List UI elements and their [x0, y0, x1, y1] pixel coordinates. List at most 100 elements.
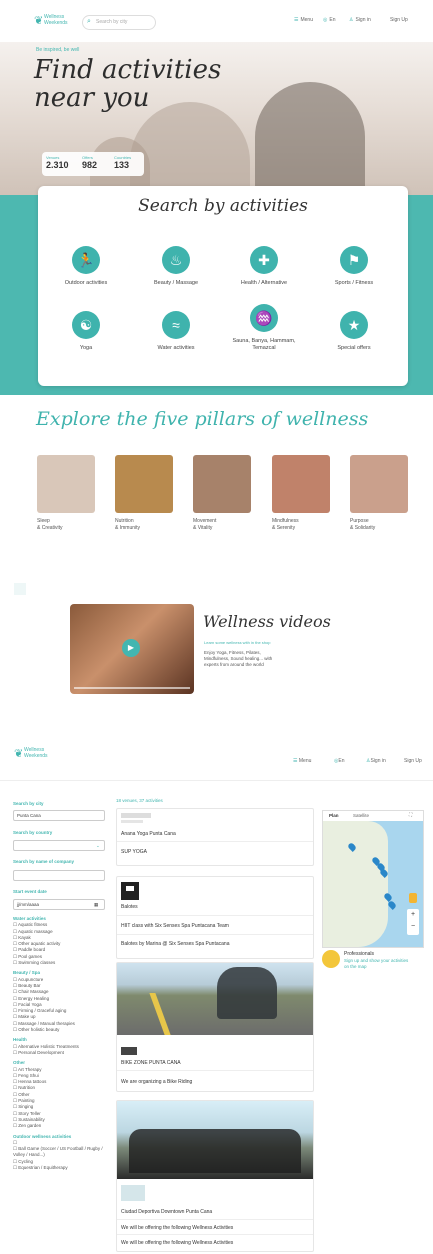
filter-checkbox-label: Equestrian / Equitherapy: [18, 1164, 68, 1170]
pillar-sleep[interactable]: Sleep & Creativity: [37, 455, 95, 531]
filter-checkbox-label: Energy Healing: [18, 995, 50, 1001]
hero-title: Find activities near you: [34, 55, 222, 113]
activity-special-offers[interactable]: ★ Special offers: [314, 311, 394, 352]
zoom-controls[interactable]: + −: [407, 909, 419, 935]
fullscreen-icon[interactable]: ⛶: [409, 812, 412, 817]
company-filter-input[interactable]: [13, 870, 105, 881]
filter-checkbox-label: Aquatic massage: [18, 928, 53, 934]
pillar-nutrition[interactable]: Nutrition & Immunity: [115, 455, 173, 531]
filter-checkbox[interactable]: ☐ Other holistic beauty: [13, 1027, 109, 1033]
filter-checkbox[interactable]: ☐ Ball Game (Soccer / US Football / Rugb…: [13, 1146, 109, 1159]
map-land: [323, 821, 388, 947]
activity-health[interactable]: ✚ Health / Alternative: [224, 246, 304, 287]
listing-name[interactable]: BIKE ZONE PUNTA CANA: [121, 1060, 181, 1066]
logo-leaf-icon: ❦: [34, 15, 44, 27]
activity-yoga[interactable]: ☯ Yoga: [46, 311, 126, 352]
filter-checkbox-label: Massage / Manual therapies: [18, 1020, 75, 1026]
signin-button[interactable]: ♙Sign in: [349, 17, 371, 23]
map-widget[interactable]: Plan Satellite ⛶ + −: [322, 810, 424, 948]
activity-outdoor[interactable]: 🏃 Outdoor activities: [46, 246, 126, 287]
filter-checkbox-label: Ball Game (Soccer / US Football / Rugby …: [13, 1146, 103, 1158]
stats-box: Venues 2.310 Offers 982 Countries 133: [42, 152, 144, 176]
pillar-purpose[interactable]: Purpose & Solidarity: [350, 455, 408, 531]
pillar-image: [193, 455, 251, 513]
city-filter-label: Search by city: [13, 801, 44, 806]
signup-button[interactable]: Sign Up: [404, 758, 422, 764]
listing-activity[interactable]: We will be offering the following Wellne…: [121, 1240, 233, 1246]
map-plan-tab[interactable]: Plan: [329, 813, 339, 818]
filter-checkbox-label: Firming / Graceful aging: [18, 1008, 67, 1014]
language-selector[interactable]: ◎En: [323, 17, 336, 23]
pillar-image: [37, 455, 95, 513]
divider: [117, 841, 313, 842]
filter-checkbox-label: Swimming classes: [18, 960, 56, 966]
site-logo[interactable]: ❦ Wellness Weekends: [14, 745, 56, 765]
listing-card[interactable]: Anana Yoga Punta Cana SUP YOGA: [116, 808, 314, 866]
filter-checkbox[interactable]: ☐ Personal Development: [13, 1050, 109, 1056]
listing-activity[interactable]: HIIT class with Six Senses Spa Puntacana…: [121, 923, 229, 929]
listing-activity[interactable]: SUP YOGA: [121, 849, 147, 855]
listing-photo: [117, 1101, 313, 1179]
search-icon: ⌕: [87, 18, 91, 25]
activity-sauna[interactable]: ♒ Sauna, Banya, Hammam, Temazcal: [224, 304, 304, 352]
listing-name[interactable]: Anana Yoga Punta Cana: [121, 831, 176, 837]
city-search-input[interactable]: ⌕ Search by city: [82, 15, 156, 30]
activity-water[interactable]: ≈ Water activities: [136, 311, 216, 352]
video-progress[interactable]: [74, 687, 190, 689]
checkbox-icon[interactable]: ☐: [13, 1140, 17, 1145]
menu-button[interactable]: ☰ Menu: [294, 17, 313, 23]
pegman-icon[interactable]: [409, 893, 417, 903]
play-icon[interactable]: ▶: [122, 639, 140, 657]
videos-subtitle[interactable]: Learn some wellness with in the shop: [204, 640, 270, 645]
listing-card[interactable]: Balotes HIIT class with Six Senses Spa P…: [116, 876, 314, 959]
pillar-movement[interactable]: Movement & Vitality: [193, 455, 251, 531]
country-filter-label: Search by country: [13, 830, 53, 835]
filter-checkbox-label: Personal Development: [18, 1049, 64, 1055]
results-count: 18 venues, 37 activities: [116, 798, 163, 803]
date-filter-input[interactable]: jj/mm/aaaa ▦: [13, 899, 105, 910]
map-satellite-tab[interactable]: Satellite: [353, 813, 369, 818]
filter-checkbox-label: Zen garden: [18, 1123, 42, 1129]
language-selector[interactable]: ◎En: [334, 758, 345, 764]
company-filter-label: Search by name of company: [13, 859, 75, 864]
signup-button[interactable]: Sign Up: [390, 17, 408, 23]
stat-venues: Venues 2.310: [46, 155, 69, 170]
city-filter-input[interactable]: Punta Cana: [13, 810, 105, 821]
user-icon: ♙: [349, 17, 354, 23]
listing-logo: [121, 1047, 137, 1055]
filter-checkbox-label: Other aquatic activity: [18, 941, 61, 947]
filter-checkbox[interactable]: ☐ Zen garden: [13, 1123, 109, 1129]
videos-title: Wellness videos: [203, 612, 331, 631]
listing-name[interactable]: Ciudad Deportiva Downtown Punta Cana: [121, 1209, 212, 1215]
filter-checkbox-label: Aquatic fitness: [18, 922, 48, 928]
listing-activity[interactable]: We are organizing a Bike Riding: [121, 1079, 192, 1085]
listing-activity[interactable]: We will be offering the following Wellne…: [121, 1225, 233, 1231]
divider: [117, 915, 313, 916]
pillar-image: [272, 455, 330, 513]
video-thumbnail[interactable]: ▶: [70, 604, 194, 694]
professionals-badge-icon: [322, 950, 340, 968]
activity-filter-list: Water activities ☐ Aquatic fitness ☐ Aquat…: [13, 912, 109, 1171]
menu-icon: ☰: [294, 17, 299, 23]
signin-button[interactable]: ♙Sign in: [366, 758, 386, 764]
menu-button[interactable]: ☰ Menu: [293, 758, 311, 764]
pillar-mindfulness[interactable]: Mindfulness & Serenity: [272, 455, 330, 531]
logo-text: Wellness Weekends: [44, 14, 68, 26]
filter-checkbox-label: Painting: [18, 1098, 35, 1104]
activity-beauty-massage[interactable]: ♨ Beauty / Massage: [136, 246, 216, 287]
filter-checkbox[interactable]: ☐ Swimming classes: [13, 960, 109, 966]
listing-activity[interactable]: Balotes by Marina @ Six Senses Spa Punta…: [121, 941, 229, 947]
listing-card[interactable]: BIKE ZONE PUNTA CANA We are organizing a…: [116, 962, 314, 1092]
yoga-icon: ☯: [72, 311, 100, 339]
filter-checkbox-label: Make up: [18, 1014, 36, 1020]
site-logo[interactable]: ❦ Wellness Weekends: [34, 12, 76, 32]
professionals-cta[interactable]: Sign up and show your activities on the …: [344, 958, 414, 969]
divider: [117, 1070, 313, 1071]
listing-card[interactable]: Ciudad Deportiva Downtown Punta Cana We …: [116, 1100, 314, 1252]
map-pin[interactable]: [387, 900, 397, 910]
listing-name[interactable]: Balotes: [121, 904, 138, 910]
pillar-image: [350, 455, 408, 513]
activity-sports-fitness[interactable]: ⚑ Sports / Fitness: [314, 246, 394, 287]
filter-checkbox[interactable]: ☐ Equestrian / Equitherapy: [13, 1165, 109, 1171]
country-select[interactable]: ⌄: [13, 840, 105, 851]
